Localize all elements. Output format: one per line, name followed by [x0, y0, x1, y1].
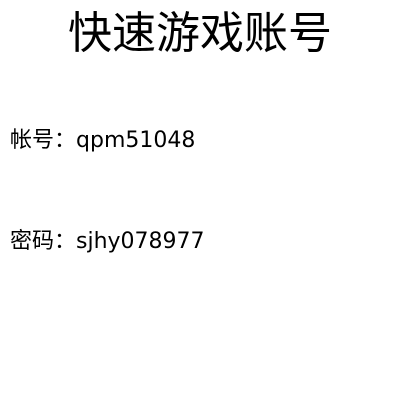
account-row: 帐号：qpm51048 — [10, 127, 195, 155]
page-title: 快速游戏账号 — [68, 8, 332, 59]
password-row: 密码：sjhy078977 — [10, 228, 205, 256]
password-label: 密码： — [10, 229, 77, 254]
account-label: 帐号： — [10, 128, 77, 153]
account-value: qpm51048 — [76, 128, 196, 153]
password-value: sjhy078977 — [76, 229, 205, 254]
